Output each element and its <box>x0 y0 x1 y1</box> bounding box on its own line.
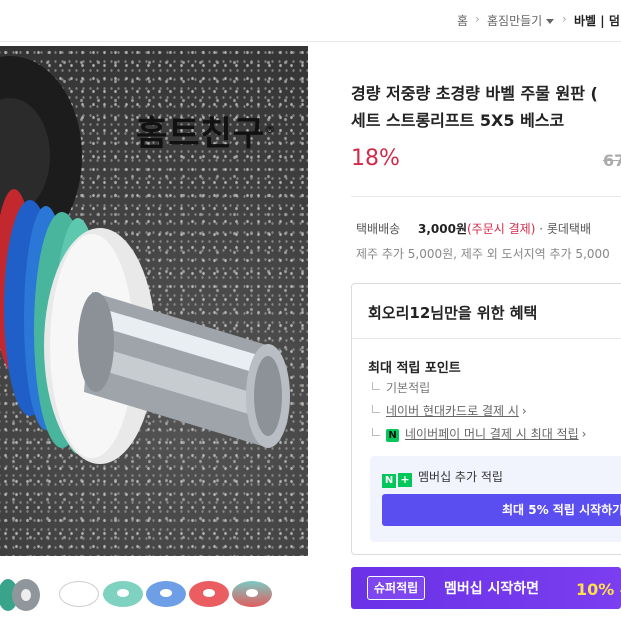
tree-elbow-icon <box>372 405 380 413</box>
naver-pay-icon: N <box>386 429 399 442</box>
banner-highlight: 10% 추가 <box>576 580 621 599</box>
thumbnail-1[interactable] <box>0 571 46 615</box>
original-price: 67 <box>603 151 621 170</box>
plate-thumbnail-red <box>189 581 229 607</box>
super-points-badge: 슈퍼적립 <box>367 576 426 600</box>
plate-thumbnail-white <box>59 581 99 607</box>
registered-mark: ® <box>265 124 277 136</box>
thumbnail-plates-icon <box>0 579 40 611</box>
super-points-banner[interactable]: 슈퍼적립 멤버십 시작하면 10% 추가 <box>351 567 621 609</box>
thumbnail-5[interactable] <box>186 571 232 615</box>
product-main-image[interactable]: 홈트친구® <box>0 46 308 556</box>
thumbnail-3[interactable] <box>100 571 146 615</box>
product-title-line-2: 세트 스트롱리프트 5X5 베스코 <box>351 111 565 130</box>
brand-logo: 홈트친구® <box>136 106 276 155</box>
shipping-amount: 3,000원 <box>418 222 467 236</box>
thumbnail-6[interactable] <box>229 571 275 615</box>
point-item-npay[interactable]: N 네이버페이 머니 결제 시 최대 적립 › <box>372 425 586 442</box>
chevron-right-icon: › <box>521 404 527 418</box>
shipping-info: 택배배송 3,000원(주문시 결제) · 롯데택배 <box>356 220 591 237</box>
membership-card: N + 멤버십 추가 적립 최대 5% 적립 시작하기 <box>370 456 621 542</box>
point-item-card[interactable]: 네이버 현대카드로 결제 시 › <box>372 402 527 419</box>
product-title-line-1: 경량 저중량 초경량 바벨 주물 원판 ( <box>351 84 598 103</box>
plate-thumbnail-set <box>232 581 272 607</box>
divider <box>351 196 621 197</box>
thumbnail-strip <box>0 565 308 621</box>
breadcrumb-category-label: 홈짐만들기 <box>487 14 543 28</box>
plate-thumbnail-green <box>103 581 143 607</box>
plus-icon: + <box>398 473 412 487</box>
max-points-title: 최대 적립 포인트 <box>368 361 461 376</box>
shipping-carrier: · 롯데택배 <box>539 222 592 236</box>
breadcrumb-separator-icon: › <box>562 12 567 26</box>
chevron-right-icon: › <box>581 427 587 441</box>
shipping-note: (주문시 결제) <box>467 222 536 236</box>
breadcrumb: 홈 › 홈짐만들기 › 바벨 | 덤 <box>0 0 621 42</box>
breadcrumb-current[interactable]: 바벨 | 덤 <box>574 12 620 29</box>
point-item-label: 기본적립 <box>386 381 431 395</box>
shipping-extra: 제주 추가 5,000원, 제주 외 도서지역 추가 5,000 <box>356 247 610 261</box>
banner-text: 멤버십 시작하면 <box>444 581 540 597</box>
tree-elbow-icon <box>372 428 380 436</box>
breadcrumb-separator-icon: › <box>475 12 480 26</box>
breadcrumb-category[interactable]: 홈짐만들기 <box>487 12 555 29</box>
plate-thumbnail-blue <box>146 581 186 607</box>
benefit-title: 회오리12님만을 위한 혜택 <box>368 304 538 322</box>
point-item-link[interactable]: 네이버페이 머니 결제 시 최대 적립 <box>405 427 579 441</box>
benefit-header: 회오리12님만을 위한 혜택 <box>352 284 621 339</box>
point-item-basic: 기본적립 <box>372 379 430 396</box>
breadcrumb-home[interactable]: 홈 <box>457 12 468 29</box>
shipping-label: 택배배송 <box>356 222 401 236</box>
discount-rate: 18% <box>351 146 400 171</box>
point-item-link[interactable]: 네이버 현대카드로 결제 시 <box>386 404 519 418</box>
product-title: 경량 저중량 초경량 바벨 주물 원판 ( 세트 스트롱리프트 5X5 베스코 <box>351 80 621 134</box>
naver-plus-icon: N + <box>382 468 412 488</box>
thumbnail-2[interactable] <box>56 571 102 615</box>
tree-elbow-icon <box>372 382 380 390</box>
naver-n-icon: N <box>382 474 396 488</box>
thumbnail-4[interactable] <box>143 571 189 615</box>
benefit-panel: 회오리12님만을 위한 혜택 최대 적립 포인트 기본적립 네이버 현대카드로 … <box>351 283 621 555</box>
membership-label: 멤버십 추가 적립 <box>418 470 503 484</box>
caret-down-icon <box>546 19 555 24</box>
start-membership-button[interactable]: 최대 5% 적립 시작하기 <box>382 494 621 526</box>
brand-logo-text: 홈트친구 <box>136 114 266 154</box>
